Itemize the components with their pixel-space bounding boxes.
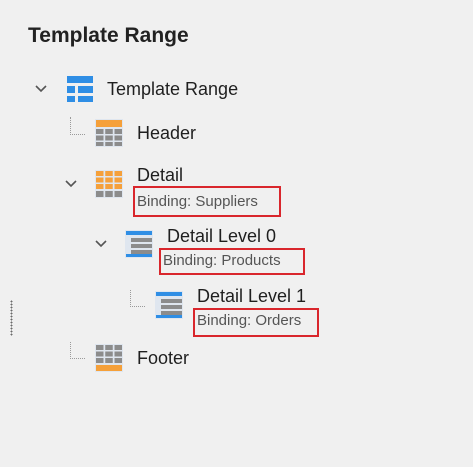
binding-label: Binding: Orders: [193, 308, 319, 337]
tree-connector: [70, 342, 85, 359]
orange-grid-icon: [95, 170, 123, 198]
binding-label: Binding: Suppliers: [133, 186, 281, 217]
tree-node-label: Template Range: [107, 79, 239, 99]
chevron-down-icon[interactable]: [94, 237, 108, 251]
resize-grip[interactable]: [10, 300, 13, 336]
tree-node-label: Detail: [137, 165, 184, 185]
tree-connector: [130, 290, 145, 307]
chevron-down-icon[interactable]: [64, 177, 78, 191]
tree-node-label: Detail Level 1: [197, 286, 307, 306]
tree-connector: [70, 117, 85, 135]
detail-level-icon: [125, 230, 153, 258]
chevron-down-icon[interactable]: [34, 82, 48, 96]
panel-title: Template Range: [28, 24, 189, 47]
grid-icon: [95, 344, 123, 372]
tree-node-label: Footer: [137, 348, 190, 368]
grid-icon: [95, 119, 123, 147]
template-range-icon: [67, 76, 93, 102]
binding-label: Binding: Products: [159, 248, 305, 275]
detail-level-icon: [155, 291, 183, 319]
tree-node-label: Header: [137, 123, 197, 143]
tree-node-label: Detail Level 0: [167, 226, 277, 246]
